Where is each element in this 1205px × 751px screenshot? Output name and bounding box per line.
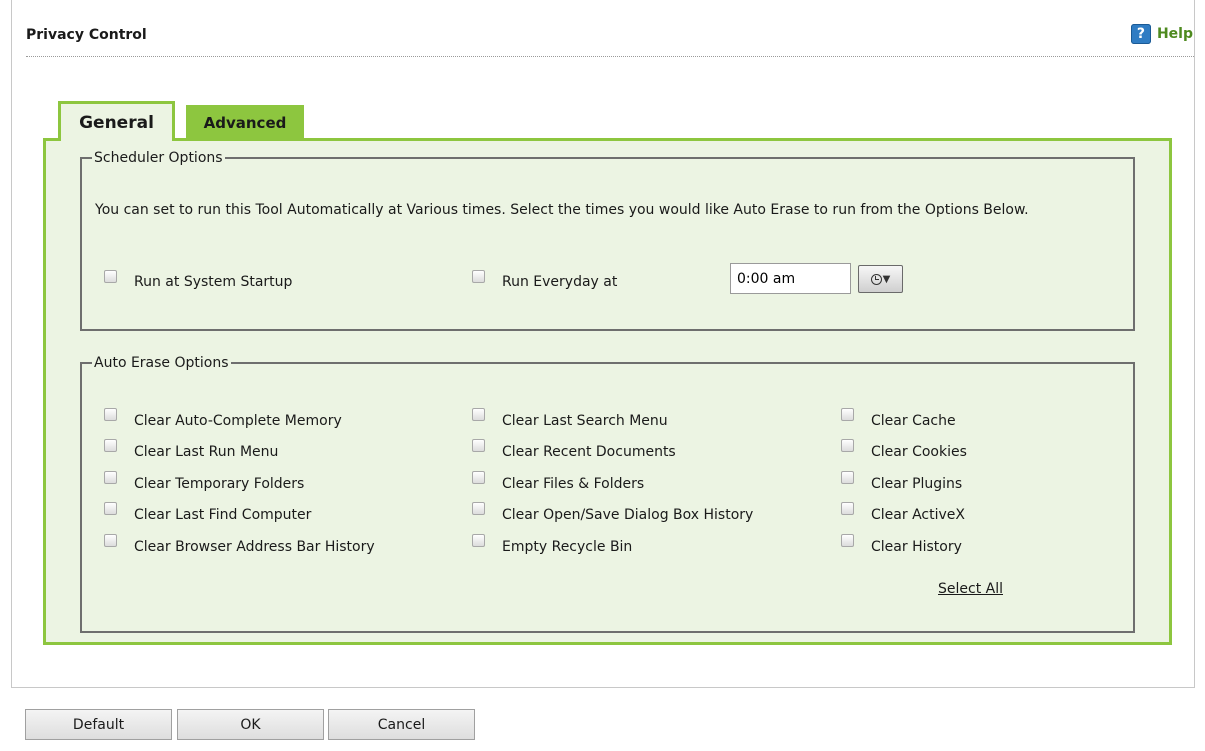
tab-advanced[interactable]: Advanced [186, 105, 304, 140]
option-label: Clear Plugins [871, 476, 963, 492]
option-checkbox[interactable] [104, 471, 117, 484]
scheduler-options-group: Scheduler Options [80, 150, 1135, 331]
option-label: Clear Cookies [871, 444, 967, 460]
help-icon: ? [1130, 24, 1151, 44]
time-picker-button[interactable]: ▼ [858, 265, 903, 293]
run-startup-label: Run at System Startup [134, 274, 293, 290]
title-separator [26, 56, 1194, 57]
option-checkbox[interactable] [841, 502, 854, 515]
option-label: Clear Last Run Menu [134, 444, 279, 460]
chevron-down-icon: ▼ [882, 273, 891, 285]
option-checkbox[interactable] [104, 534, 117, 547]
clock-icon [870, 273, 882, 285]
tab-general[interactable]: General [58, 101, 175, 141]
option-label: Clear Open/Save Dialog Box History [502, 507, 754, 523]
option-checkbox[interactable] [104, 502, 117, 515]
option-label: Clear Auto-Complete Memory [134, 413, 342, 429]
scheduler-options-legend: Scheduler Options [94, 150, 223, 166]
ok-button[interactable]: OK [177, 709, 324, 740]
run-startup-checkbox[interactable] [104, 270, 117, 283]
option-checkbox[interactable] [472, 439, 485, 452]
option-label: Clear Last Find Computer [134, 507, 312, 523]
help-link[interactable]: ? Help [1130, 24, 1193, 44]
option-label: Empty Recycle Bin [502, 539, 633, 555]
cancel-button[interactable]: Cancel [328, 709, 475, 740]
option-checkbox[interactable] [841, 439, 854, 452]
option-label: Clear Recent Documents [502, 444, 676, 460]
option-checkbox[interactable] [472, 408, 485, 421]
option-label: Clear Temporary Folders [134, 476, 305, 492]
option-checkbox[interactable] [472, 534, 485, 547]
option-label: Clear Files & Folders [502, 476, 645, 492]
option-label: Clear Browser Address Bar History [134, 539, 375, 555]
run-everyday-label: Run Everyday at [502, 274, 618, 290]
option-label: Clear ActiveX [871, 507, 965, 523]
option-checkbox[interactable] [104, 408, 117, 421]
time-input[interactable] [730, 263, 851, 294]
page-title: Privacy Control [26, 27, 147, 43]
option-label: Clear History [871, 539, 962, 555]
option-checkbox[interactable] [472, 471, 485, 484]
default-button[interactable]: Default [25, 709, 172, 740]
option-checkbox[interactable] [104, 439, 117, 452]
run-everyday-checkbox[interactable] [472, 270, 485, 283]
option-checkbox[interactable] [841, 408, 854, 421]
option-label: Clear Cache [871, 413, 956, 429]
auto-erase-options-legend: Auto Erase Options [94, 355, 229, 371]
scheduler-description: You can set to run this Tool Automatical… [95, 202, 1029, 218]
option-checkbox[interactable] [841, 534, 854, 547]
option-checkbox[interactable] [472, 502, 485, 515]
option-label: Clear Last Search Menu [502, 413, 668, 429]
select-all-link[interactable]: Select All [938, 581, 1003, 597]
help-label: Help [1156, 26, 1193, 42]
option-checkbox[interactable] [841, 471, 854, 484]
